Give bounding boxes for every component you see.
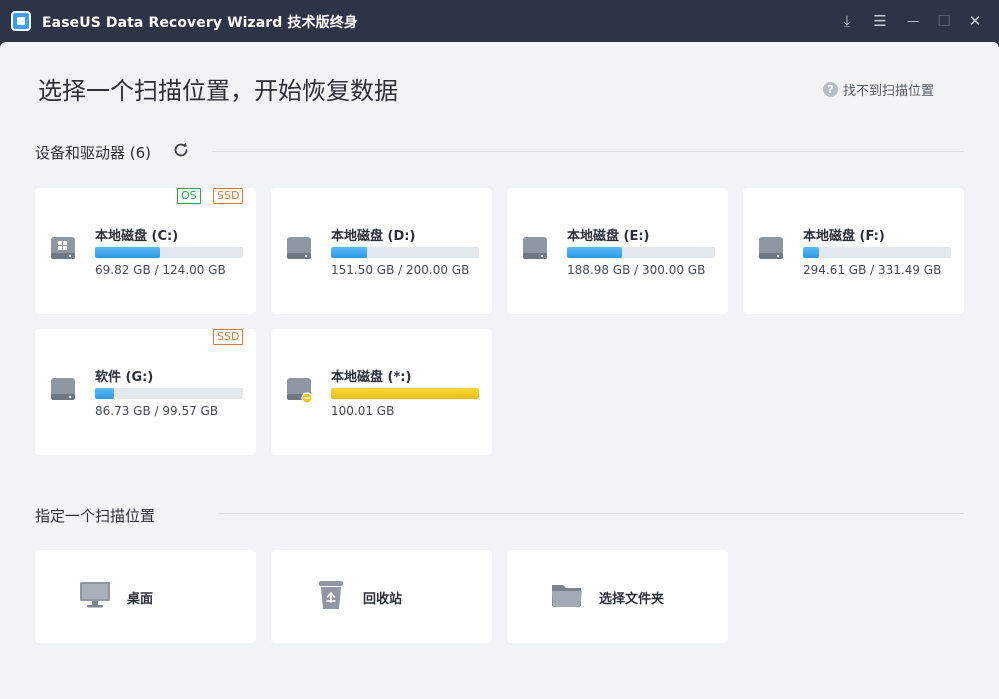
drive-card-g[interactable]: SSD 软件 (G:) 86.73 GB / 99.57 GB xyxy=(35,329,256,455)
drive-name: 软件 (G:) xyxy=(95,370,154,385)
location-label: 回收站 xyxy=(363,592,403,607)
main-window: 选择一个扫描位置，开始恢复数据 ? 找不到扫描位置 设备和驱动器 (6) OS … xyxy=(0,42,999,699)
drive-name: 本地磁盘 (E:) xyxy=(567,229,650,244)
drive-name: 本地磁盘 (F:) xyxy=(803,229,885,244)
close-icon[interactable]: ✕ xyxy=(965,11,985,31)
location-card-folder[interactable]: 选择文件夹 xyxy=(507,550,728,643)
drive-usage-fill xyxy=(331,388,479,399)
drive-usage-bar xyxy=(331,247,479,258)
drive-card-f[interactable]: 本地磁盘 (F:) 294.61 GB / 331.49 GB xyxy=(743,188,964,314)
locations-divider xyxy=(218,513,964,514)
drive-size: 294.61 GB / 331.49 GB xyxy=(803,263,942,277)
download-icon[interactable]: ⤓ xyxy=(837,11,857,31)
drive-icon xyxy=(51,378,75,400)
drive-card-lost[interactable]: 本地磁盘 (*:) 100.01 GB xyxy=(271,329,492,455)
devices-divider xyxy=(212,151,964,152)
menu-icon[interactable]: ☰ xyxy=(870,11,890,31)
drive-name: 本地磁盘 (*:) xyxy=(331,370,412,385)
page-title: 选择一个扫描位置，开始恢复数据 xyxy=(38,77,398,105)
drive-card-e[interactable]: 本地磁盘 (E:) 188.98 GB / 300.00 GB xyxy=(507,188,728,314)
drive-card-d[interactable]: 本地磁盘 (D:) 151.50 GB / 200.00 GB xyxy=(271,188,492,314)
drive-name: 本地磁盘 (D:) xyxy=(331,229,416,244)
drive-name: 本地磁盘 (C:) xyxy=(95,229,179,244)
folder-icon xyxy=(552,585,582,607)
lost-partition-drive-icon xyxy=(287,378,313,403)
location-card-recycle-bin[interactable]: 回收站 xyxy=(271,550,492,643)
title-bar: EaseUS Data Recovery Wizard 技术版终身 ⤓ ☰ — … xyxy=(0,0,999,42)
locations-section-title: 指定一个扫描位置 xyxy=(35,507,156,525)
windows-drive-icon xyxy=(51,237,75,259)
drive-size: 151.50 GB / 200.00 GB xyxy=(331,263,470,277)
drive-usage-bar xyxy=(95,247,243,258)
drive-usage-fill xyxy=(567,247,622,258)
help-icon: ? xyxy=(823,82,838,97)
drive-size: 86.73 GB / 99.57 GB xyxy=(95,404,219,418)
drive-icon xyxy=(287,237,311,259)
drive-usage-fill xyxy=(331,247,367,258)
drive-card-c[interactable]: OS SSD 本地磁盘 (C:) 69.82 GB / 124.00 GB xyxy=(35,188,256,314)
devices-section-title: 设备和驱动器 (6) xyxy=(35,144,152,162)
app-title: EaseUS Data Recovery Wizard 技术版终身 xyxy=(42,15,358,31)
drive-usage-fill xyxy=(95,388,115,399)
location-card-desktop[interactable]: 桌面 xyxy=(35,550,256,643)
drive-usage-bar xyxy=(331,388,479,399)
drive-icon xyxy=(523,237,547,259)
os-tag: OS xyxy=(177,188,201,204)
drive-size: 69.82 GB / 124.00 GB xyxy=(95,263,226,277)
drive-usage-fill xyxy=(803,247,820,258)
desktop-icon xyxy=(80,582,110,608)
drive-usage-fill xyxy=(95,247,161,258)
recycle-bin-icon xyxy=(319,581,343,609)
location-label: 选择文件夹 xyxy=(599,592,665,607)
ssd-tag: SSD xyxy=(213,329,244,345)
drive-size: 188.98 GB / 300.00 GB xyxy=(567,263,706,277)
drive-usage-bar xyxy=(95,388,243,399)
drive-usage-bar xyxy=(567,247,715,258)
maximize-icon[interactable]: ☐ xyxy=(934,11,954,31)
drive-icon xyxy=(759,237,783,259)
app-logo-icon xyxy=(11,11,31,31)
ssd-tag: SSD xyxy=(213,188,244,204)
drive-size: 100.01 GB xyxy=(331,404,395,418)
location-label: 桌面 xyxy=(127,592,154,607)
help-link-label: 找不到扫描位置 xyxy=(843,84,935,99)
drive-usage-bar xyxy=(803,247,951,258)
help-link[interactable]: ? 找不到扫描位置 xyxy=(823,80,934,99)
refresh-icon[interactable] xyxy=(172,141,190,159)
minimize-icon[interactable]: — xyxy=(903,11,923,31)
